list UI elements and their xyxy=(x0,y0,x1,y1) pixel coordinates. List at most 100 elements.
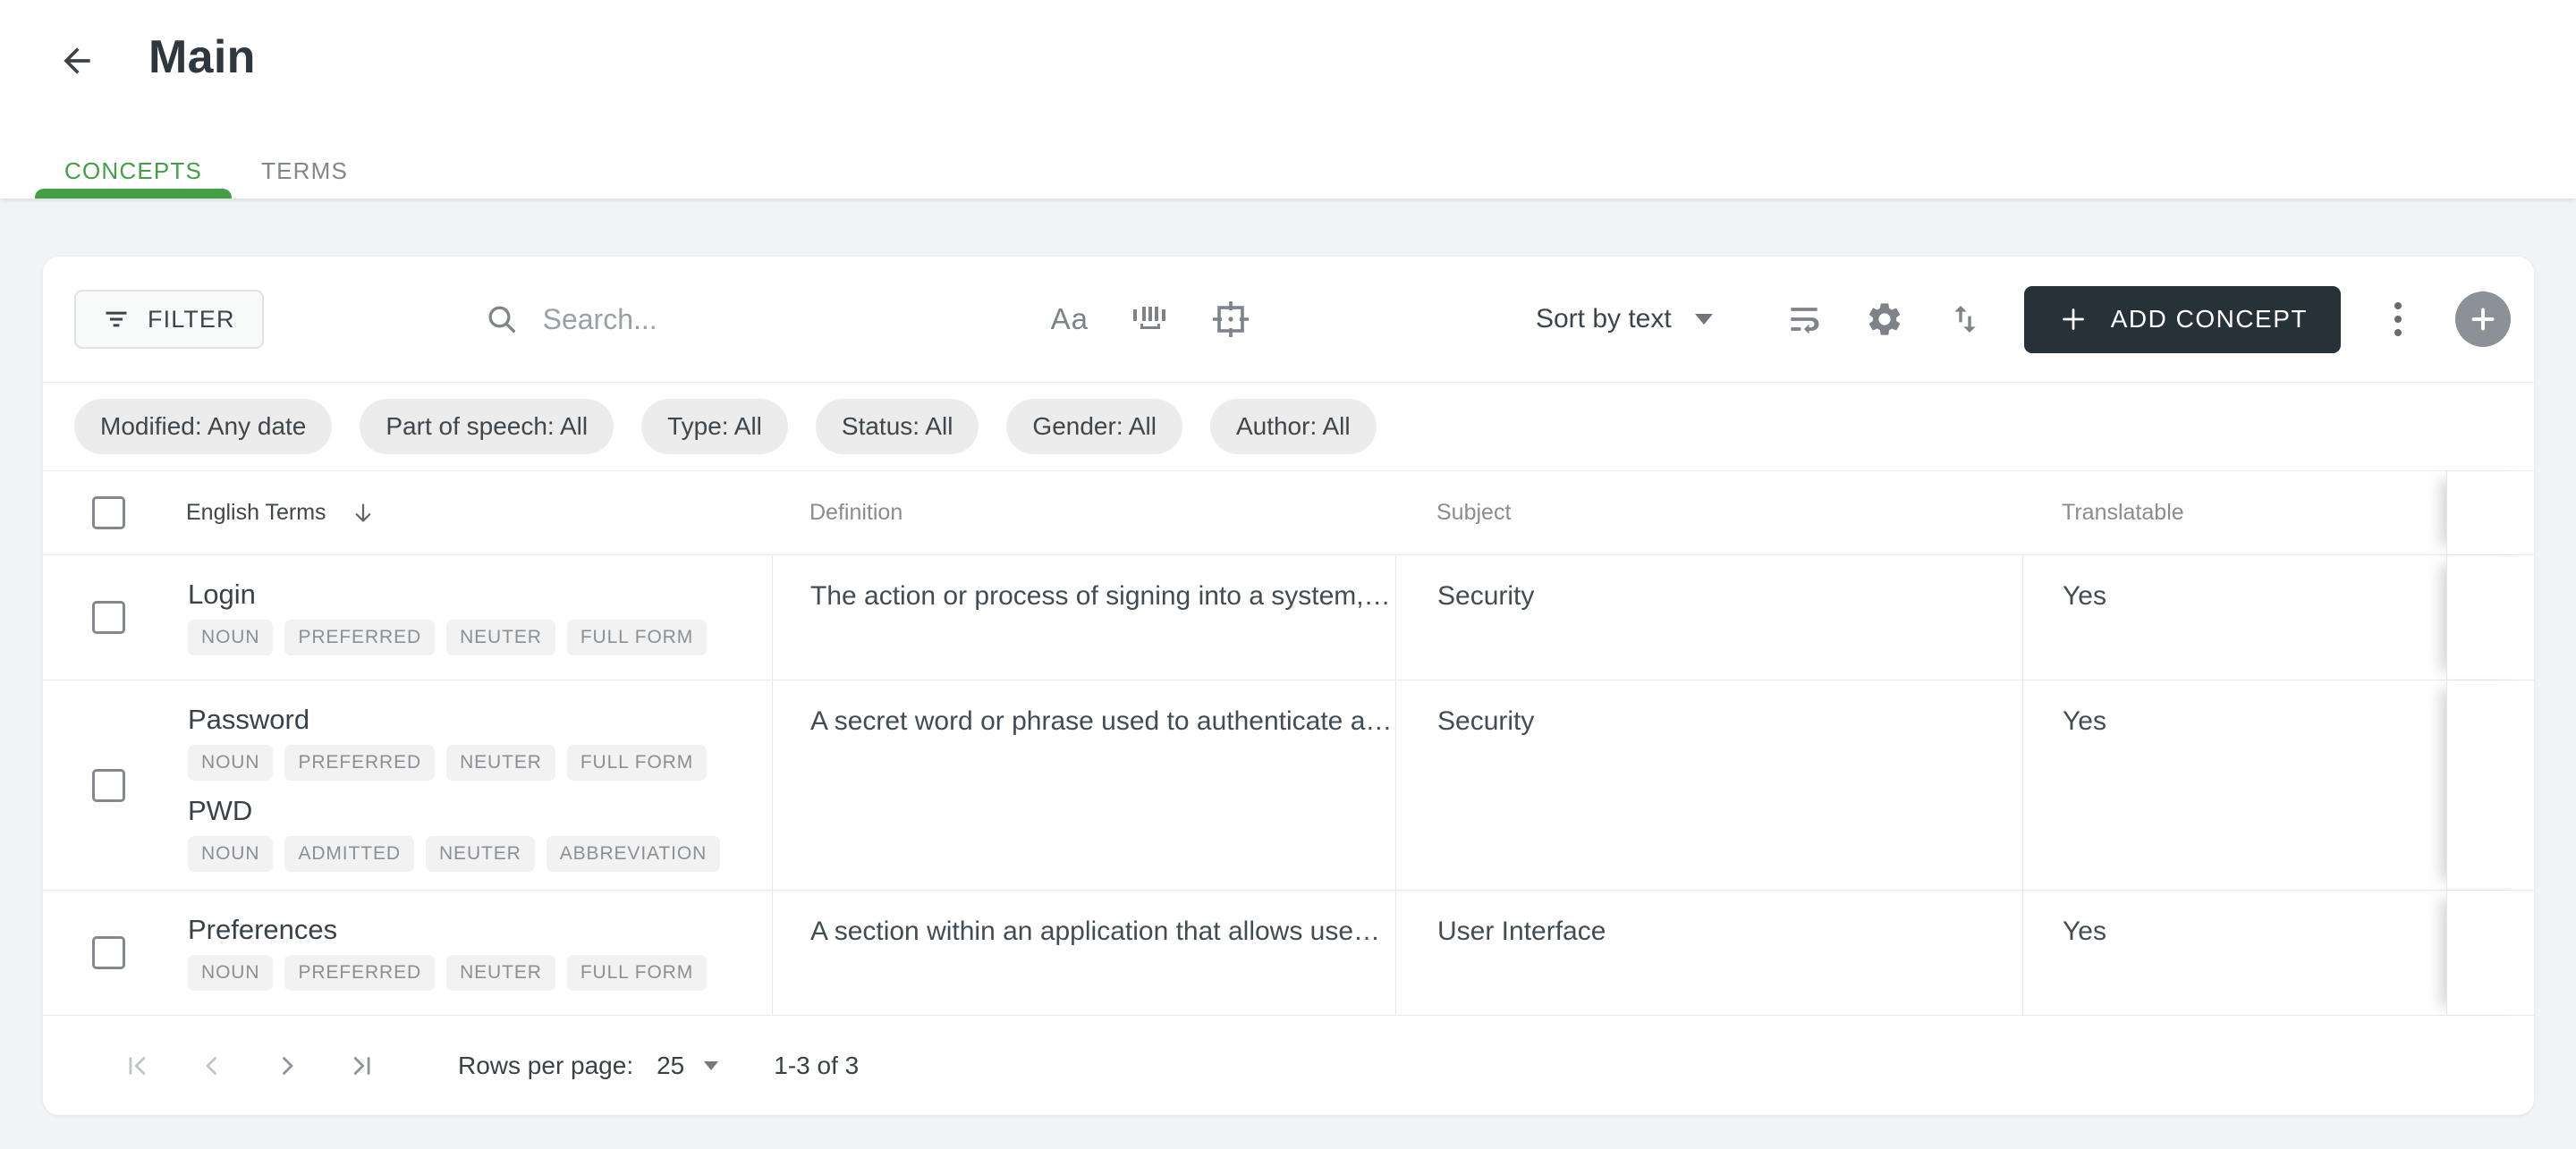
filter-chip[interactable]: Part of speech: All xyxy=(360,399,614,454)
term-tag-badge: NOUN xyxy=(188,620,274,655)
term-tag-badge: NEUTER xyxy=(446,620,555,655)
sort-by-dropdown[interactable]: Sort by text xyxy=(1536,304,1672,334)
tab-concepts[interactable]: CONCEPTS xyxy=(35,143,233,199)
wrap-text-icon[interactable] xyxy=(1784,300,1824,339)
search-option-icons: Aa xyxy=(1051,299,1251,340)
term-tag-row: NOUN ADMITTED NEUTER ABBREVIATION xyxy=(188,836,754,872)
term-tag-badge: NOUN xyxy=(188,745,274,781)
more-vertical-icon[interactable] xyxy=(2378,294,2418,344)
column-header-label: Translatable xyxy=(2062,500,2184,525)
first-page-button[interactable] xyxy=(122,1051,152,1081)
row-checkbox-cell xyxy=(43,891,186,1015)
filter-chip[interactable]: Status: All xyxy=(815,399,979,454)
swap-vertical-icon[interactable] xyxy=(1947,301,1983,337)
match-case-icon[interactable]: Aa xyxy=(1051,302,1089,336)
table-row[interactable]: Login NOUN PREFERRED NEUTER FULL FORM The act… xyxy=(43,555,2534,680)
filter-chip[interactable]: Gender: All xyxy=(1006,399,1182,454)
content-area: FILTER Aa xyxy=(0,199,2576,1115)
back-button[interactable] xyxy=(55,39,98,82)
add-concept-button[interactable]: ADD CONCEPT xyxy=(2023,285,2341,353)
rows-per-page-select[interactable]: 25 xyxy=(657,1051,719,1080)
term-tag-badge: ADMITTED xyxy=(284,836,414,872)
column-header-definition[interactable]: Definition xyxy=(772,471,1395,554)
page-range-label: 1-3 of 3 xyxy=(774,1051,860,1079)
add-concept-label: ADD CONCEPT xyxy=(2110,305,2308,333)
sort-caret-icon[interactable] xyxy=(1694,314,1713,325)
previous-page-button[interactable] xyxy=(197,1051,227,1081)
header-top: Main xyxy=(0,0,2576,84)
term-name: Login xyxy=(188,579,256,610)
filter-chip[interactable]: Author: All xyxy=(1209,399,1377,454)
term-tag-badge: FULL FORM xyxy=(566,745,708,781)
term-group: Preferences NOUN PREFERRED NEUTER FULL FORM xyxy=(188,912,754,991)
term-tag-badge: PREFERRED xyxy=(284,620,436,655)
table-header: English Terms Definition Subject Transla… xyxy=(43,471,2534,555)
row-terms-cell: Preferences NOUN PREFERRED NEUTER FULL FORM xyxy=(186,891,772,1015)
filter-chip[interactable]: Type: All xyxy=(641,399,788,454)
rows-per-page-value: 25 xyxy=(657,1051,685,1079)
tab-concepts-label: CONCEPTS xyxy=(64,156,203,184)
settings-gear-icon[interactable] xyxy=(1865,300,1904,339)
column-header-label: Definition xyxy=(809,500,903,525)
exact-target-icon[interactable] xyxy=(1210,299,1251,340)
table-row[interactable]: Preferences NOUN PREFERRED NEUTER FULL FORM A… xyxy=(43,891,2534,1016)
column-header-translatable[interactable]: Translatable xyxy=(2022,471,2446,554)
row-checkbox[interactable] xyxy=(92,768,125,802)
pinned-column-spacer xyxy=(2446,471,2534,554)
term-tag-badge: NEUTER xyxy=(446,745,555,781)
row-definition-cell: A secret word or phrase used to authenti… xyxy=(772,680,1395,890)
filter-lines-icon xyxy=(103,306,130,333)
filter-button-label: FILTER xyxy=(148,305,235,333)
toolbar: FILTER Aa xyxy=(43,257,2534,383)
row-subject-cell: User Interface xyxy=(1395,891,2022,1015)
term-tag-badge: NEUTER xyxy=(425,836,535,872)
search-box xyxy=(484,301,1008,337)
search-input[interactable] xyxy=(542,302,1008,336)
plus-circle-icon xyxy=(2467,303,2499,335)
rows-per-page-caret-icon xyxy=(704,1060,719,1070)
filter-button[interactable]: FILTER xyxy=(74,290,264,349)
term-tag-badge: PREFERRED xyxy=(284,955,436,991)
term-group: PWD NOUN ADMITTED NEUTER ABBREVIATION xyxy=(188,793,754,872)
column-header-subject[interactable]: Subject xyxy=(1395,471,2022,554)
next-page-button[interactable] xyxy=(272,1051,302,1081)
column-header-label: Subject xyxy=(1436,500,1512,525)
term-tag-badge: ABBREVIATION xyxy=(546,836,721,872)
row-terms-cell: Password NOUN PREFERRED NEUTER FULL FORM PWD N… xyxy=(186,680,772,890)
row-checkbox-cell xyxy=(43,680,186,890)
row-checkbox[interactable] xyxy=(92,601,125,634)
row-checkbox[interactable] xyxy=(92,936,125,969)
term-tag-badge: NOUN xyxy=(188,955,274,991)
column-header-label: English Terms xyxy=(186,500,326,525)
tab-terms[interactable]: TERMS xyxy=(232,143,377,199)
row-terms-cell: Login NOUN PREFERRED NEUTER FULL FORM xyxy=(186,555,772,680)
filter-chip[interactable]: Modified: Any date xyxy=(74,399,333,454)
tab-terms-label: TERMS xyxy=(261,156,349,184)
plus-icon xyxy=(2057,303,2089,335)
term-group: Login NOUN PREFERRED NEUTER FULL FORM xyxy=(188,577,754,655)
term-name: PWD xyxy=(188,795,253,826)
concepts-card: FILTER Aa xyxy=(43,257,2534,1115)
arrow-left-icon xyxy=(57,41,97,80)
toolbar-right: Sort by text ADD CONCEPT xyxy=(1536,285,2511,353)
active-tab-indicator xyxy=(35,189,233,199)
last-page-button[interactable] xyxy=(347,1051,377,1081)
term-tag-row: NOUN PREFERRED NEUTER FULL FORM xyxy=(188,620,754,655)
term-tag-row: NOUN PREFERRED NEUTER FULL FORM xyxy=(188,955,754,991)
term-tag-badge: FULL FORM xyxy=(566,620,708,655)
page-header: Main CONCEPTS TERMS xyxy=(0,0,2576,199)
filter-chips-row: Modified: Any date Part of speech: All Typ… xyxy=(43,383,2534,471)
row-subject-cell: Security xyxy=(1395,680,2022,890)
page-title: Main xyxy=(148,31,256,83)
sort-descending-arrow-icon xyxy=(350,500,377,527)
whole-word-icon[interactable] xyxy=(1130,302,1169,336)
pagination-bar: Rows per page: 25 1-3 of 3 xyxy=(43,1016,2534,1115)
term-tag-badge: NEUTER xyxy=(446,955,555,991)
select-all-checkbox[interactable] xyxy=(92,496,125,529)
row-checkbox-cell xyxy=(43,555,186,680)
term-tag-row: NOUN PREFERRED NEUTER FULL FORM xyxy=(188,745,754,781)
table-row[interactable]: Password NOUN PREFERRED NEUTER FULL FORM PWD N… xyxy=(43,680,2534,891)
term-tag-badge: FULL FORM xyxy=(566,955,708,991)
column-header-english-terms[interactable]: English Terms xyxy=(186,471,772,554)
add-circle-button[interactable] xyxy=(2455,291,2511,347)
